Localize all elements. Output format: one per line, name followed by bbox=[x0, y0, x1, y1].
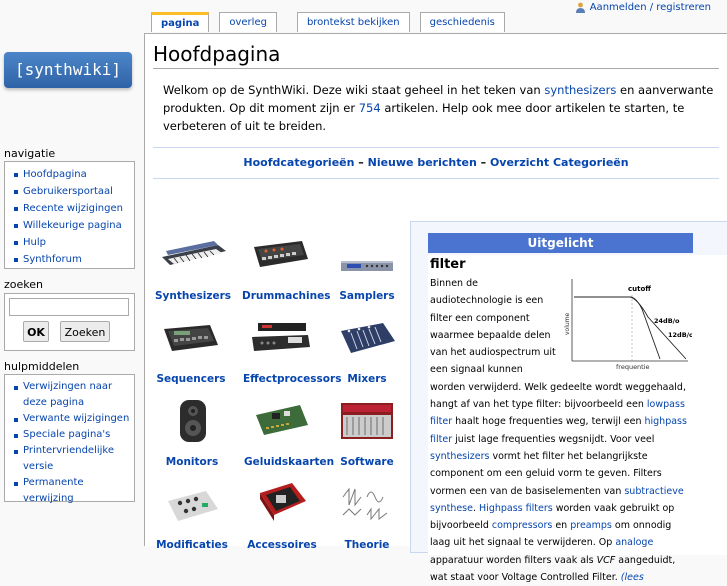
overzicht-categorieen-link[interactable]: Overzicht Categorieën bbox=[490, 156, 629, 169]
category-label: Accessoires bbox=[247, 539, 317, 551]
category-label: Monitors bbox=[165, 456, 219, 468]
monitor-speaker-image bbox=[154, 398, 230, 444]
tab-overleg[interactable]: overleg bbox=[219, 12, 277, 32]
highpass-filters-link[interactable]: Highpass filters bbox=[479, 503, 553, 514]
category-accessoires[interactable]: Accessoires bbox=[244, 481, 320, 551]
tab-pagina[interactable]: pagina bbox=[151, 12, 210, 32]
tab-geschiedenis[interactable]: geschiedenis bbox=[419, 12, 505, 32]
nav-item-hulp[interactable]: Hulp bbox=[13, 234, 134, 251]
intro-text: Welkom op de SynthWiki. Deze wiki staat … bbox=[163, 81, 719, 135]
12db-label: 12dB/o bbox=[668, 331, 692, 339]
compressors-link[interactable]: compressors bbox=[492, 520, 552, 531]
tools-box: Verwijzingen naar deze pagina Verwante w… bbox=[4, 374, 135, 504]
tools-title: hulpmiddelen bbox=[4, 360, 80, 373]
nieuwe-berichten-link[interactable]: Nieuwe berichten bbox=[368, 156, 477, 169]
category-label: Drummachines bbox=[242, 290, 331, 302]
category-label: Mixers bbox=[347, 373, 387, 385]
category-mixers[interactable]: Mixers bbox=[329, 315, 405, 385]
category-label: Sequencers bbox=[156, 373, 226, 385]
page-tabs: pagina overleg brontekst bekijken geschi… bbox=[151, 12, 505, 32]
filter-diagram: cutoff 24dB/o 12dB/o frequentie volume bbox=[564, 275, 692, 371]
login-link[interactable]: Aanmelden / registreren bbox=[590, 2, 711, 13]
content-area: Hoofdpagina Welkom op de SynthWiki. Deze… bbox=[144, 33, 727, 583]
volume-label: volume bbox=[564, 312, 571, 335]
category-modificaties[interactable]: Modificaties bbox=[154, 481, 230, 551]
featured-text-part: apparatuur worden filters vaak als bbox=[430, 554, 597, 566]
sampler-image bbox=[329, 232, 405, 278]
synthesizers-link[interactable]: synthesizers bbox=[430, 451, 489, 462]
tools-item-verwante-wijzigingen[interactable]: Verwante wijzigingen bbox=[13, 411, 134, 427]
drummachine-image bbox=[242, 232, 318, 278]
hoofdcategorieen-link[interactable]: Hoofdcategorieën bbox=[243, 156, 354, 169]
search-title: zoeken bbox=[4, 278, 43, 291]
category-label: Geluidskaarten bbox=[244, 456, 335, 468]
category-drummachines[interactable]: Drummachines bbox=[242, 232, 331, 302]
tools-item-printervriendelijk[interactable]: Printervriendelijke versie bbox=[13, 443, 134, 475]
category-theorie[interactable]: Theorie bbox=[329, 481, 405, 551]
accessory-image bbox=[244, 481, 320, 527]
read-more-link[interactable]: (lees bbox=[621, 572, 644, 583]
24db-label: 24dB/o bbox=[654, 317, 680, 325]
tools-item-speciale-paginas[interactable]: Speciale pagina's bbox=[13, 427, 134, 443]
vcf-text: VCF bbox=[596, 554, 616, 566]
featured-panel: Uitgelicht filter cutoff 24dB/o 12dB/o f… bbox=[410, 221, 727, 583]
page-title: Hoofdpagina bbox=[153, 42, 719, 69]
cutoff-label: cutoff bbox=[628, 285, 651, 293]
featured-title: filter bbox=[430, 257, 466, 272]
nav-item-recente-wijzigingen[interactable]: Recente wijzigingen bbox=[13, 200, 134, 217]
software-image bbox=[329, 398, 405, 444]
effectprocessor-image bbox=[243, 315, 319, 361]
category-monitors[interactable]: Monitors bbox=[154, 398, 230, 468]
featured-text-part: en bbox=[552, 520, 571, 532]
search-input[interactable] bbox=[9, 298, 129, 316]
personal-bar: Aanmelden / registreren bbox=[575, 0, 711, 14]
modification-image bbox=[154, 481, 230, 527]
category-links-bar: Hoofdcategorieën – Nieuwe berichten – Ov… bbox=[153, 147, 719, 179]
category-label: Samplers bbox=[339, 290, 395, 302]
category-label: Modificaties bbox=[156, 539, 228, 551]
category-synthesizers[interactable]: Synthesizers bbox=[155, 232, 231, 302]
tools-item-permanente-verwijzing[interactable]: Permanente verwijzing bbox=[13, 475, 134, 507]
featured-text: cutoff 24dB/o 12dB/o frequentie volume B… bbox=[430, 275, 692, 586]
analoge-link[interactable]: analoge bbox=[615, 537, 653, 548]
category-samplers[interactable]: Samplers bbox=[329, 232, 405, 302]
synthesizers-link[interactable]: synthesizers bbox=[544, 83, 616, 97]
mixer-image bbox=[329, 315, 405, 361]
navigation-box: Hoofdpagina Gebruikersportaal Recente wi… bbox=[4, 161, 135, 269]
separator: – bbox=[354, 156, 368, 169]
featured-text-part: haalt hoge frequenties weg, terwijl een bbox=[452, 416, 645, 428]
intro-text-part: Welkom op de SynthWiki. Deze wiki staat … bbox=[163, 83, 545, 97]
soundcard-image bbox=[244, 398, 320, 444]
search-ok-button[interactable]: OK bbox=[23, 321, 49, 342]
navigation-title: navigatie bbox=[4, 147, 56, 160]
category-label: Software bbox=[340, 456, 394, 468]
preamps-link[interactable]: preamps bbox=[570, 520, 612, 531]
site-logo[interactable]: [synthwiki] bbox=[4, 52, 132, 88]
category-geluidskaarten[interactable]: Geluidskaarten bbox=[244, 398, 335, 468]
tab-brontekst-bekijken[interactable]: brontekst bekijken bbox=[296, 12, 410, 32]
nav-item-willekeurige-pagina[interactable]: Willekeurige pagina bbox=[13, 217, 134, 234]
user-icon bbox=[575, 2, 585, 13]
nav-item-hoofdpagina[interactable]: Hoofdpagina bbox=[13, 166, 134, 183]
nav-item-gebruikersportaal[interactable]: Gebruikersportaal bbox=[13, 183, 134, 200]
featured-header: Uitgelicht bbox=[428, 233, 693, 253]
category-label: Synthesizers bbox=[155, 290, 232, 302]
category-label: Theorie bbox=[344, 539, 390, 551]
featured-body: filter cutoff 24dB/o 12dB/o frequentie v… bbox=[428, 255, 727, 583]
search-go-button[interactable]: Zoeken bbox=[60, 321, 110, 342]
synthesizer-image bbox=[155, 232, 231, 278]
nav-item-synthforum[interactable]: Synthforum bbox=[13, 251, 134, 268]
category-effectprocessors[interactable]: Effectprocessors bbox=[243, 315, 342, 385]
article-count-link[interactable]: 754 bbox=[359, 101, 381, 115]
featured-text-part: juist lage frequenties wegsnijdt. Voor v… bbox=[452, 433, 655, 445]
separator: – bbox=[476, 156, 490, 169]
category-sequencers[interactable]: Sequencers bbox=[153, 315, 229, 385]
category-software[interactable]: Software bbox=[329, 398, 405, 468]
sequencer-image bbox=[153, 315, 229, 361]
theory-image bbox=[329, 481, 405, 527]
search-box: OK Zoeken bbox=[4, 293, 135, 351]
tools-item-verwijzingen[interactable]: Verwijzingen naar deze pagina bbox=[13, 379, 134, 411]
frequency-label: frequentie bbox=[616, 363, 650, 371]
category-label: Effectprocessors bbox=[243, 373, 342, 385]
